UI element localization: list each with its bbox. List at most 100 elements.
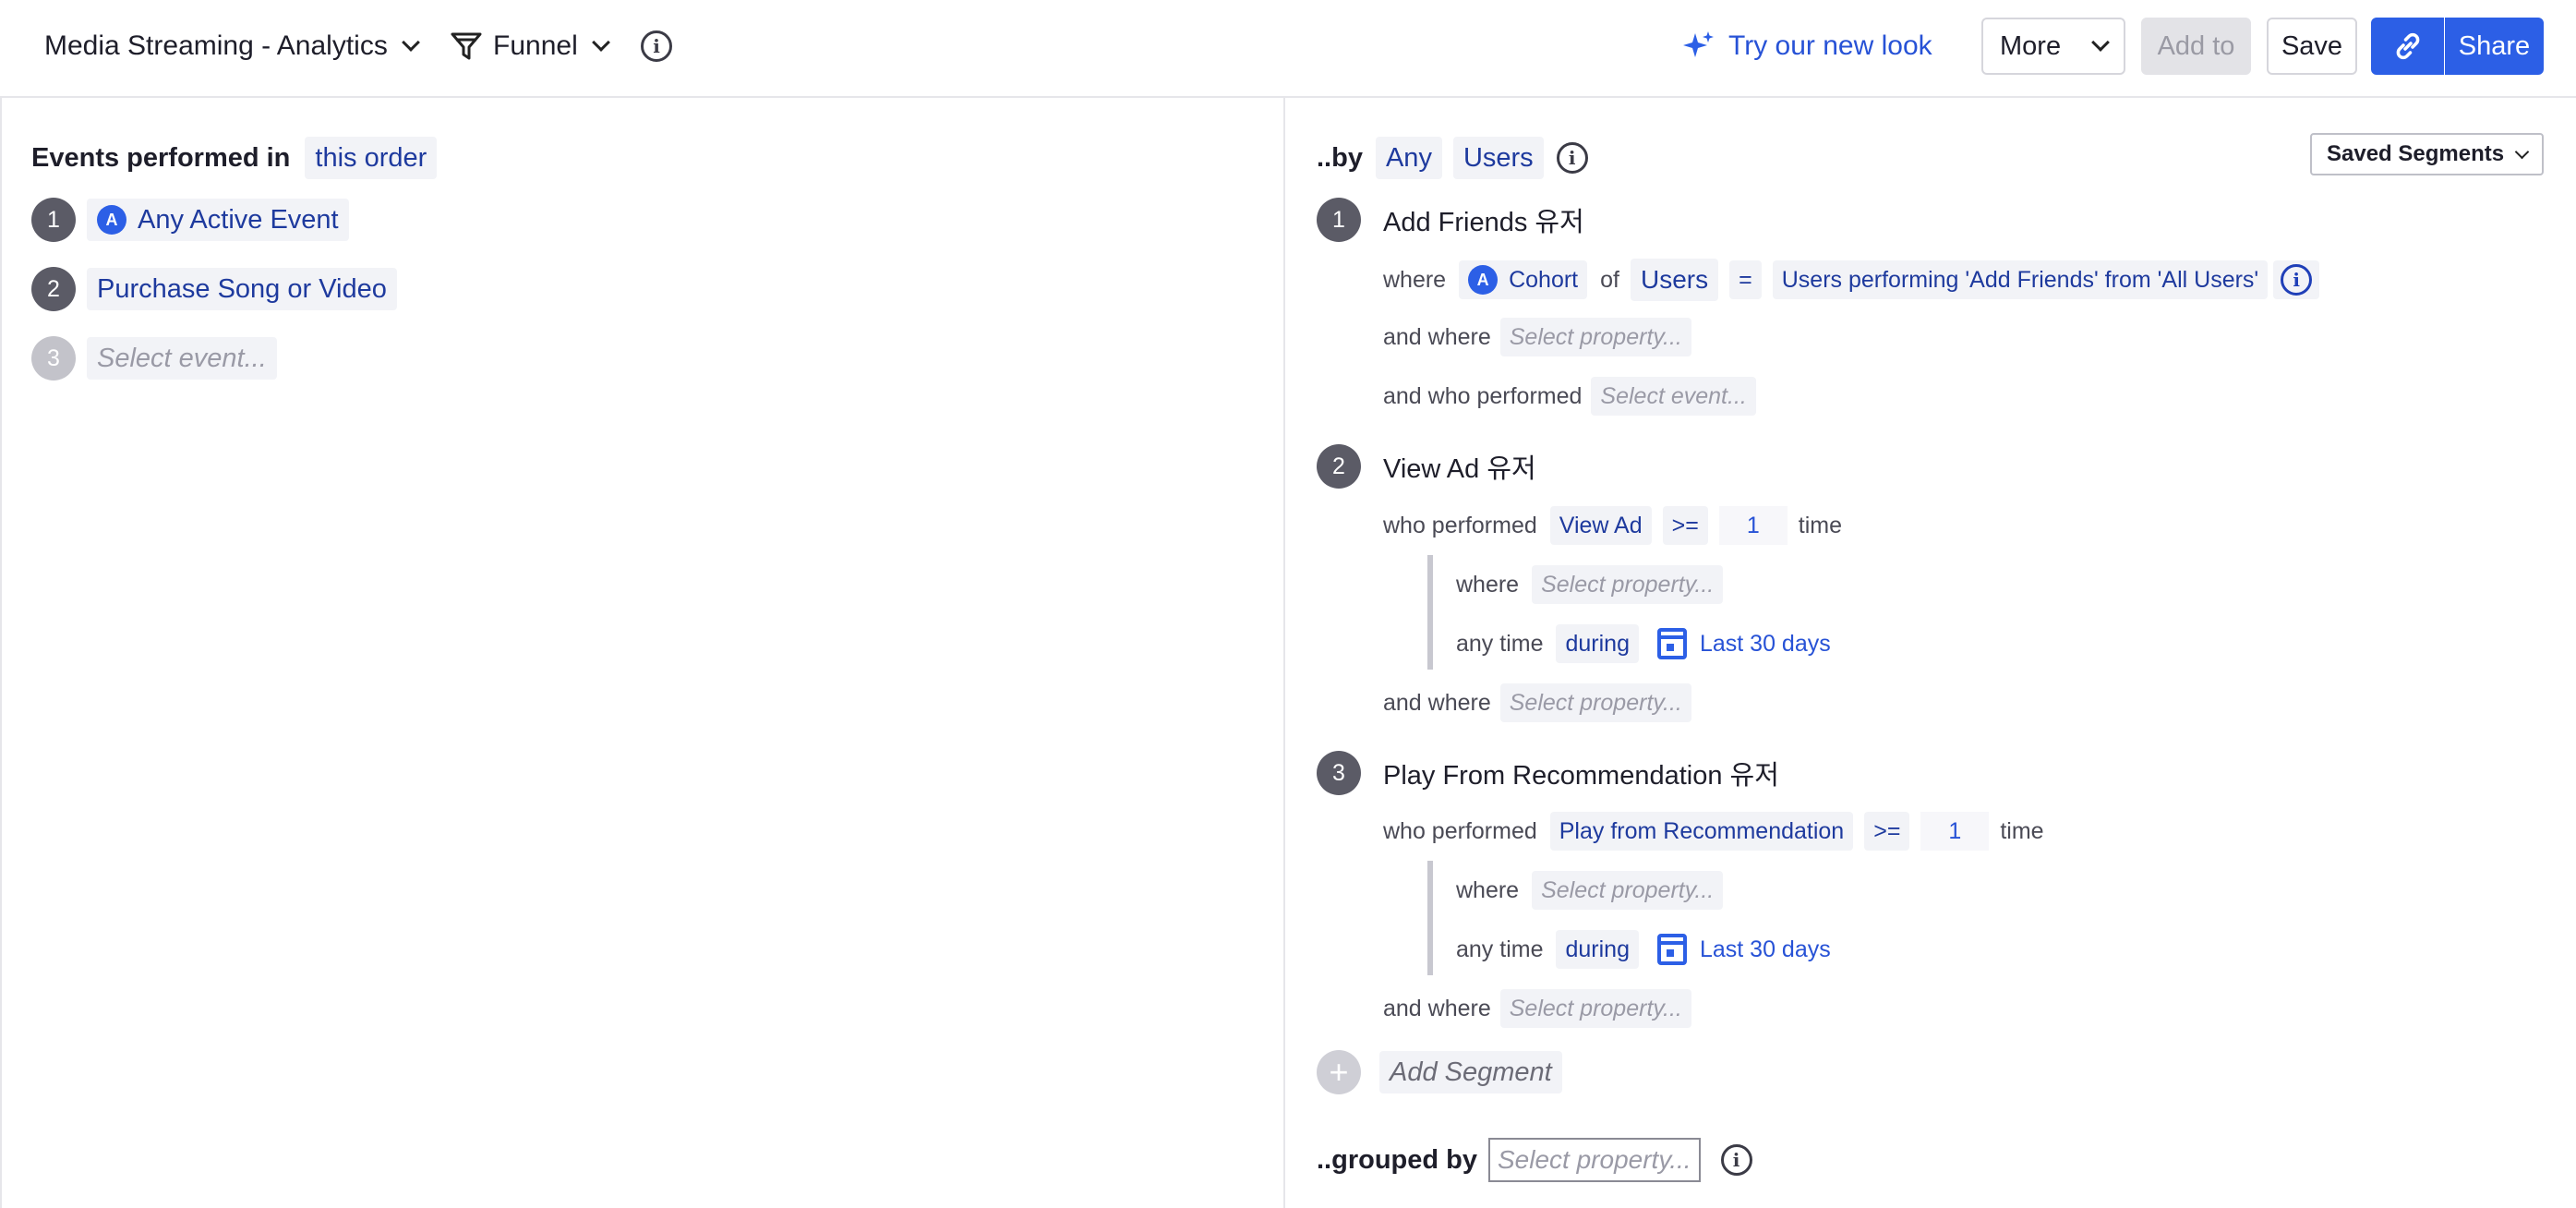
during-selector[interactable]: during <box>1556 624 1639 663</box>
grouped-by-row: ..grouped by Select property... i <box>1317 1138 1752 1182</box>
users-selector[interactable]: Users <box>1452 137 1544 179</box>
count-input[interactable]: 1 <box>1718 506 1788 545</box>
step-number: 1 <box>31 198 76 242</box>
chart-type-label: Funnel <box>493 30 578 61</box>
users-selector[interactable]: Users <box>1631 259 1719 301</box>
add-segment-button[interactable]: Add Segment <box>1379 1051 1562 1093</box>
who-performed-label: who performed <box>1383 817 1537 844</box>
share-button[interactable]: Share <box>2445 18 2544 75</box>
segment-number: 1 <box>1317 198 1361 242</box>
event-row: 2 Purchase Song or Video <box>31 267 397 311</box>
segment-title[interactable]: Add Friends 유저 <box>1383 200 1584 239</box>
segment-filter-row: any time during Last 30 days <box>1456 930 1831 969</box>
and-who-performed-label: and who performed <box>1383 382 1583 409</box>
project-selector[interactable]: Media Streaming - Analytics <box>44 0 420 92</box>
segment-filter-row: where A Cohort of Users = Users performi… <box>1383 259 2320 301</box>
cohort-property-selector[interactable]: A Cohort <box>1459 260 1588 299</box>
and-where-label: and where <box>1383 995 1491 1021</box>
segment-filter-row: who performed View Ad >= 1 time <box>1383 506 1842 545</box>
of-label: of <box>1600 266 1619 293</box>
segment-filter-row: and where Select property... <box>1383 683 1691 722</box>
property-selector-placeholder[interactable]: Select property... <box>1499 683 1691 722</box>
property-selector-placeholder[interactable]: Select property... <box>1499 989 1691 1028</box>
chart-info-button[interactable]: i <box>641 0 672 92</box>
saved-segments-row: Saved Segments <box>2310 133 2545 175</box>
plus-icon: + <box>1317 1050 1361 1094</box>
cohort-icon: A <box>1468 265 1499 295</box>
info-icon[interactable]: i <box>1556 142 1588 174</box>
segment-header: 1 Add Friends 유저 <box>1317 198 1584 242</box>
date-range-label: Last 30 days <box>1699 630 1831 657</box>
cohort-value-selector[interactable]: Users performing 'Add Friends' from 'All… <box>1772 260 2269 299</box>
cohort-label: Cohort <box>1509 266 1579 293</box>
segment-filter-row: who performed Play from Recommendation >… <box>1383 812 2044 851</box>
copy-link-button[interactable] <box>2371 18 2444 75</box>
and-where-label: and where <box>1383 323 1491 350</box>
segment-header: 3 Play From Recommendation 유저 <box>1317 751 1779 795</box>
try-new-look-label: Try our new look <box>1728 30 1932 61</box>
operator-selector[interactable]: >= <box>1864 812 1910 851</box>
event-selector-placeholder[interactable]: Select event... <box>87 337 277 380</box>
grouped-by-label: ..grouped by <box>1317 1144 1477 1175</box>
group-by-property-selector[interactable]: Select property... <box>1488 1138 1701 1182</box>
segment-number: 3 <box>1317 751 1361 795</box>
segment-filter-row: and who performed Select event... <box>1383 377 1756 416</box>
try-new-look-link[interactable]: Try our new look <box>1682 0 1932 92</box>
chart-type-selector[interactable]: Funnel <box>451 0 610 92</box>
chevron-down-icon <box>591 33 610 52</box>
chevron-down-icon <box>2091 33 2110 52</box>
step-number: 3 <box>31 336 76 381</box>
events-heading-row: Events performed in this order <box>31 137 438 179</box>
event-selector[interactable]: Play from Recommendation <box>1549 812 1854 851</box>
cohort-info-button[interactable]: i <box>2273 260 2320 299</box>
event-row: 3 Select event... <box>31 336 277 381</box>
count-input[interactable]: 1 <box>1920 812 1990 851</box>
property-selector-placeholder[interactable]: Select property... <box>1499 318 1691 356</box>
where-label: where <box>1456 876 1520 903</box>
event-selector[interactable]: View Ad <box>1549 506 1652 545</box>
segments-panel: ..by Any Users i Saved Segments 1 Add Fr… <box>1287 98 2576 1208</box>
property-selector-placeholder[interactable]: Select property... <box>1532 871 1724 910</box>
operator-selector[interactable]: >= <box>1662 506 1708 545</box>
add-segment-row[interactable]: + Add Segment <box>1317 1050 1562 1094</box>
top-bar: Media Streaming - Analytics Funnel i Try… <box>0 0 2576 98</box>
saved-segments-label: Saved Segments <box>2327 141 2505 166</box>
project-name: Media Streaming - Analytics <box>44 30 388 61</box>
segment-number: 2 <box>1317 444 1361 489</box>
event-row: 1 A Any Active Event <box>31 198 349 242</box>
event-selector-placeholder[interactable]: Select event... <box>1591 377 1756 416</box>
any-time-label: any time <box>1456 630 1544 657</box>
events-panel: Events performed in this order 1 A Any A… <box>0 98 1285 1208</box>
event-selector[interactable]: Purchase Song or Video <box>87 268 397 310</box>
step-number: 2 <box>31 267 76 311</box>
event-label: Any Active Event <box>138 204 339 235</box>
events-heading: Events performed in <box>31 142 291 173</box>
info-icon[interactable]: i <box>1720 1144 1752 1176</box>
and-where-label: and where <box>1383 689 1491 716</box>
order-selector[interactable]: this order <box>305 137 438 179</box>
operator-selector[interactable]: = <box>1729 260 1762 299</box>
info-icon: i <box>2281 264 2313 296</box>
segment-filter-row: where Select property... <box>1456 565 1724 604</box>
time-label: time <box>2000 817 2044 844</box>
property-selector-placeholder[interactable]: Select property... <box>1532 565 1724 604</box>
segment-title[interactable]: View Ad 유저 <box>1383 447 1536 486</box>
more-label: More <box>2000 30 2062 61</box>
add-to-button[interactable]: Add to <box>2141 18 2251 75</box>
save-label: Save <box>2281 30 2343 61</box>
during-selector[interactable]: during <box>1556 930 1639 969</box>
any-selector[interactable]: Any <box>1375 137 1442 179</box>
sub-filter-bar <box>1427 861 1433 975</box>
date-range-picker[interactable]: Last 30 days <box>1656 934 1831 965</box>
where-label: where <box>1456 571 1520 598</box>
event-selector[interactable]: A Any Active Event <box>87 199 349 241</box>
segment-header: 2 View Ad 유저 <box>1317 444 1536 489</box>
date-range-picker[interactable]: Last 30 days <box>1656 628 1831 659</box>
more-button[interactable]: More <box>1981 18 2125 75</box>
save-button[interactable]: Save <box>2267 18 2357 75</box>
saved-segments-button[interactable]: Saved Segments <box>2310 133 2545 175</box>
segment-title[interactable]: Play From Recommendation 유저 <box>1383 754 1779 792</box>
where-label: where <box>1383 266 1447 293</box>
who-performed-label: who performed <box>1383 512 1537 538</box>
time-label: time <box>1798 512 1842 538</box>
